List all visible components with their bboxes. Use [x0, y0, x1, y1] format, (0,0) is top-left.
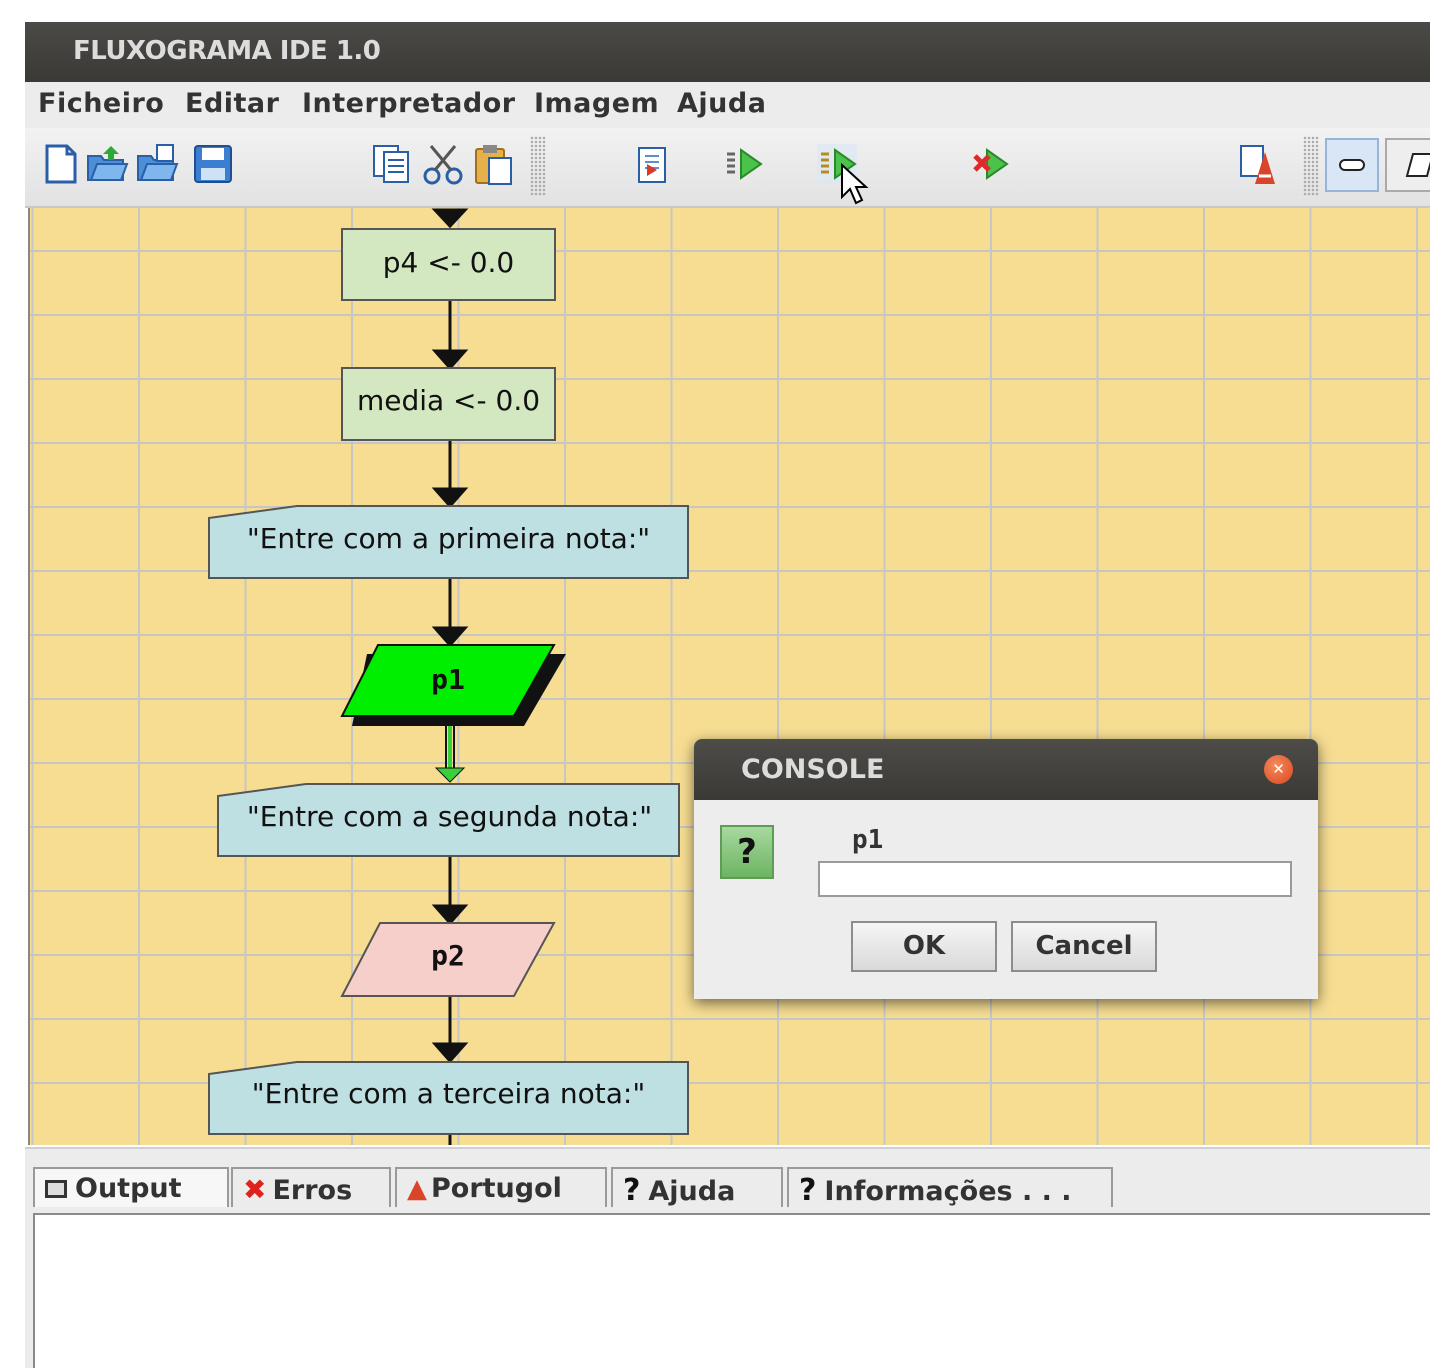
save-icon[interactable] — [191, 142, 235, 186]
toolbar — [25, 128, 1430, 208]
ok-button[interactable]: OK — [851, 921, 997, 972]
output-panel — [25, 1207, 1430, 1368]
arrow-head — [431, 626, 469, 648]
terminator-shape-icon — [1339, 159, 1365, 171]
console-icon — [45, 1180, 67, 1198]
window-title: FLUXOGRAMA IDE 1.0 — [73, 36, 381, 66]
question-icon: ? — [799, 1173, 817, 1208]
paste-icon[interactable] — [471, 142, 515, 186]
close-icon[interactable]: ✕ — [1264, 755, 1293, 784]
output-node-segunda-text: "Entre com a segunda nota:" — [246, 800, 653, 833]
bottom-tab-bar: Output ✖ Erros ▲ Portugol ? Ajuda ? Informaç… — [25, 1147, 1430, 1209]
menu-bar: Ficheiro Editar Interpretador Imagem Aju… — [25, 82, 1430, 128]
tab-portugol-label: Portugol — [431, 1173, 562, 1204]
open-folder-icon[interactable] — [85, 142, 129, 186]
flowchart-canvas[interactable]: p4 <- 0.0 media <- 0.0 "Entre com a prim… — [28, 208, 1430, 1145]
question-icon: ? — [720, 825, 774, 879]
portugol-icon[interactable] — [1237, 142, 1281, 186]
arrow-head — [431, 904, 469, 926]
output-node-terceira-text: "Entre com a terceira nota:" — [251, 1077, 646, 1110]
tab-ajuda[interactable]: ? Ajuda — [611, 1167, 783, 1208]
tab-erros-label: Erros — [272, 1175, 353, 1206]
process-node-media-text: media <- 0.0 — [356, 384, 541, 417]
menu-interpretador[interactable]: Interpretador — [302, 88, 516, 119]
output-text-area[interactable] — [33, 1213, 1430, 1368]
console-dialog-title: CONSOLE — [741, 754, 885, 785]
toolbar-separator — [530, 136, 546, 196]
console-prompt-label: p1 — [852, 825, 884, 855]
new-file-icon[interactable] — [39, 142, 83, 186]
window-titlebar: FLUXOGRAMA IDE 1.0 — [25, 22, 1430, 82]
active-connector — [434, 720, 466, 783]
tab-ajuda-label: Ajuda — [648, 1176, 736, 1207]
copy-icon[interactable] — [370, 142, 414, 186]
toolbar-separator — [1303, 136, 1319, 196]
menu-imagem[interactable]: Imagem — [534, 88, 659, 119]
process-node-p4-text: p4 <- 0.0 — [382, 246, 515, 279]
console-input[interactable] — [818, 861, 1292, 897]
output-node-primeira-text: "Entre com a primeira nota:" — [246, 522, 651, 555]
arrow-head — [431, 349, 469, 371]
question-icon: ? — [623, 1173, 641, 1208]
tab-output[interactable]: Output — [33, 1167, 229, 1207]
tab-output-label: Output — [75, 1173, 182, 1204]
menu-ficheiro[interactable]: Ficheiro — [38, 88, 164, 119]
tab-portugol[interactable]: ▲ Portugol — [395, 1167, 607, 1207]
tab-informacoes-label: Informações . . . — [824, 1176, 1072, 1207]
flowchart-connectors — [208, 208, 689, 1145]
input-node-p2-text: p2 — [431, 939, 465, 972]
open-recent-icon[interactable] — [135, 142, 179, 186]
menu-ajuda[interactable]: Ajuda — [677, 88, 766, 119]
stop-icon[interactable] — [969, 142, 1013, 186]
arrow-head — [431, 487, 469, 509]
console-dialog-titlebar: CONSOLE ✕ — [694, 739, 1318, 800]
console-dialog: CONSOLE ✕ ? p1 OK Cancel — [694, 739, 1318, 999]
arrow-head — [431, 1042, 469, 1064]
mouse-cursor-icon — [841, 163, 869, 205]
menu-editar[interactable]: Editar — [185, 88, 279, 119]
tab-informacoes[interactable]: ? Informações . . . — [787, 1167, 1113, 1208]
portugol-icon: ▲ — [407, 1174, 427, 1204]
cancel-button[interactable]: Cancel — [1011, 921, 1157, 972]
parallelogram-shape-tool[interactable] — [1385, 138, 1430, 192]
input-node-p1-text: p1 — [431, 663, 465, 696]
export-icon[interactable] — [631, 142, 675, 186]
cut-icon[interactable] — [421, 142, 465, 186]
tab-erros[interactable]: ✖ Erros — [231, 1167, 391, 1207]
terminator-shape-tool[interactable] — [1325, 138, 1379, 192]
parallelogram-shape-icon — [1405, 153, 1430, 177]
run-icon[interactable] — [721, 142, 765, 186]
arrow-head — [431, 208, 469, 229]
error-x-icon: ✖ — [243, 1173, 267, 1206]
